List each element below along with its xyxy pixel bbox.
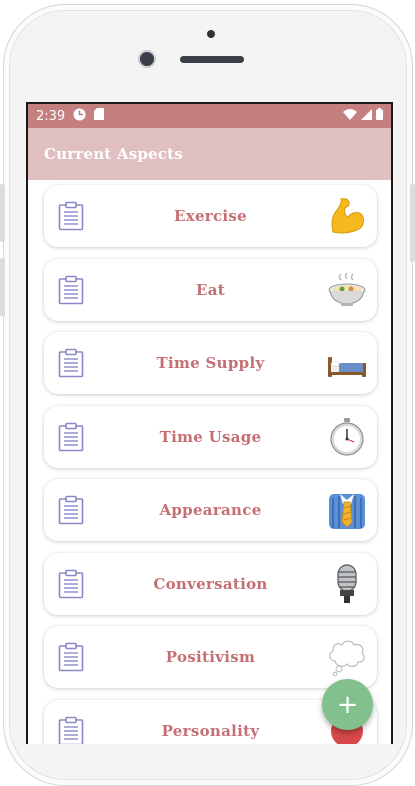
volume-down-button bbox=[0, 258, 5, 316]
battery-icon bbox=[376, 108, 383, 124]
volume-up-button bbox=[0, 184, 5, 242]
power-button bbox=[410, 184, 415, 262]
earpiece-speaker bbox=[180, 56, 244, 63]
front-camera bbox=[140, 52, 154, 66]
proximity-sensor bbox=[207, 30, 215, 38]
data-saver-icon bbox=[73, 108, 86, 125]
microphone-icon bbox=[327, 563, 367, 604]
status-time: 2:39 bbox=[36, 108, 66, 124]
aspect-card-appearance[interactable]: Appearance bbox=[44, 479, 377, 541]
wifi-icon bbox=[343, 108, 357, 124]
aspect-card-conversation[interactable]: Conversation bbox=[44, 552, 377, 615]
sd-card-icon bbox=[94, 108, 105, 124]
thought-balloon-icon bbox=[327, 637, 367, 677]
plus-icon: + bbox=[336, 689, 359, 720]
aspect-card-eat[interactable]: Eat bbox=[44, 258, 377, 321]
add-aspect-button[interactable]: + bbox=[322, 679, 373, 730]
status-bar: 2:39 bbox=[28, 104, 391, 128]
app-screen: 2:39 Current Aspects Exercise Eat Time S… bbox=[26, 102, 393, 744]
aspect-list[interactable]: Exercise Eat Time Supply Time Usage Appe… bbox=[28, 180, 391, 744]
bed-icon bbox=[327, 343, 367, 383]
shirt-tie-icon bbox=[327, 490, 367, 530]
food-bowl-icon bbox=[327, 270, 367, 310]
aspect-card-time-supply[interactable]: Time Supply bbox=[44, 332, 377, 394]
stopwatch-icon bbox=[327, 417, 367, 457]
page-title: Current Aspects bbox=[44, 145, 183, 163]
signal-icon bbox=[361, 108, 372, 124]
aspect-card-positivism[interactable]: Positivism bbox=[44, 626, 377, 688]
aspect-card-exercise[interactable]: Exercise bbox=[44, 185, 377, 247]
flexed-biceps-icon bbox=[327, 196, 367, 236]
aspect-card-time-usage[interactable]: Time Usage bbox=[44, 405, 377, 468]
app-bar: Current Aspects bbox=[28, 128, 391, 180]
